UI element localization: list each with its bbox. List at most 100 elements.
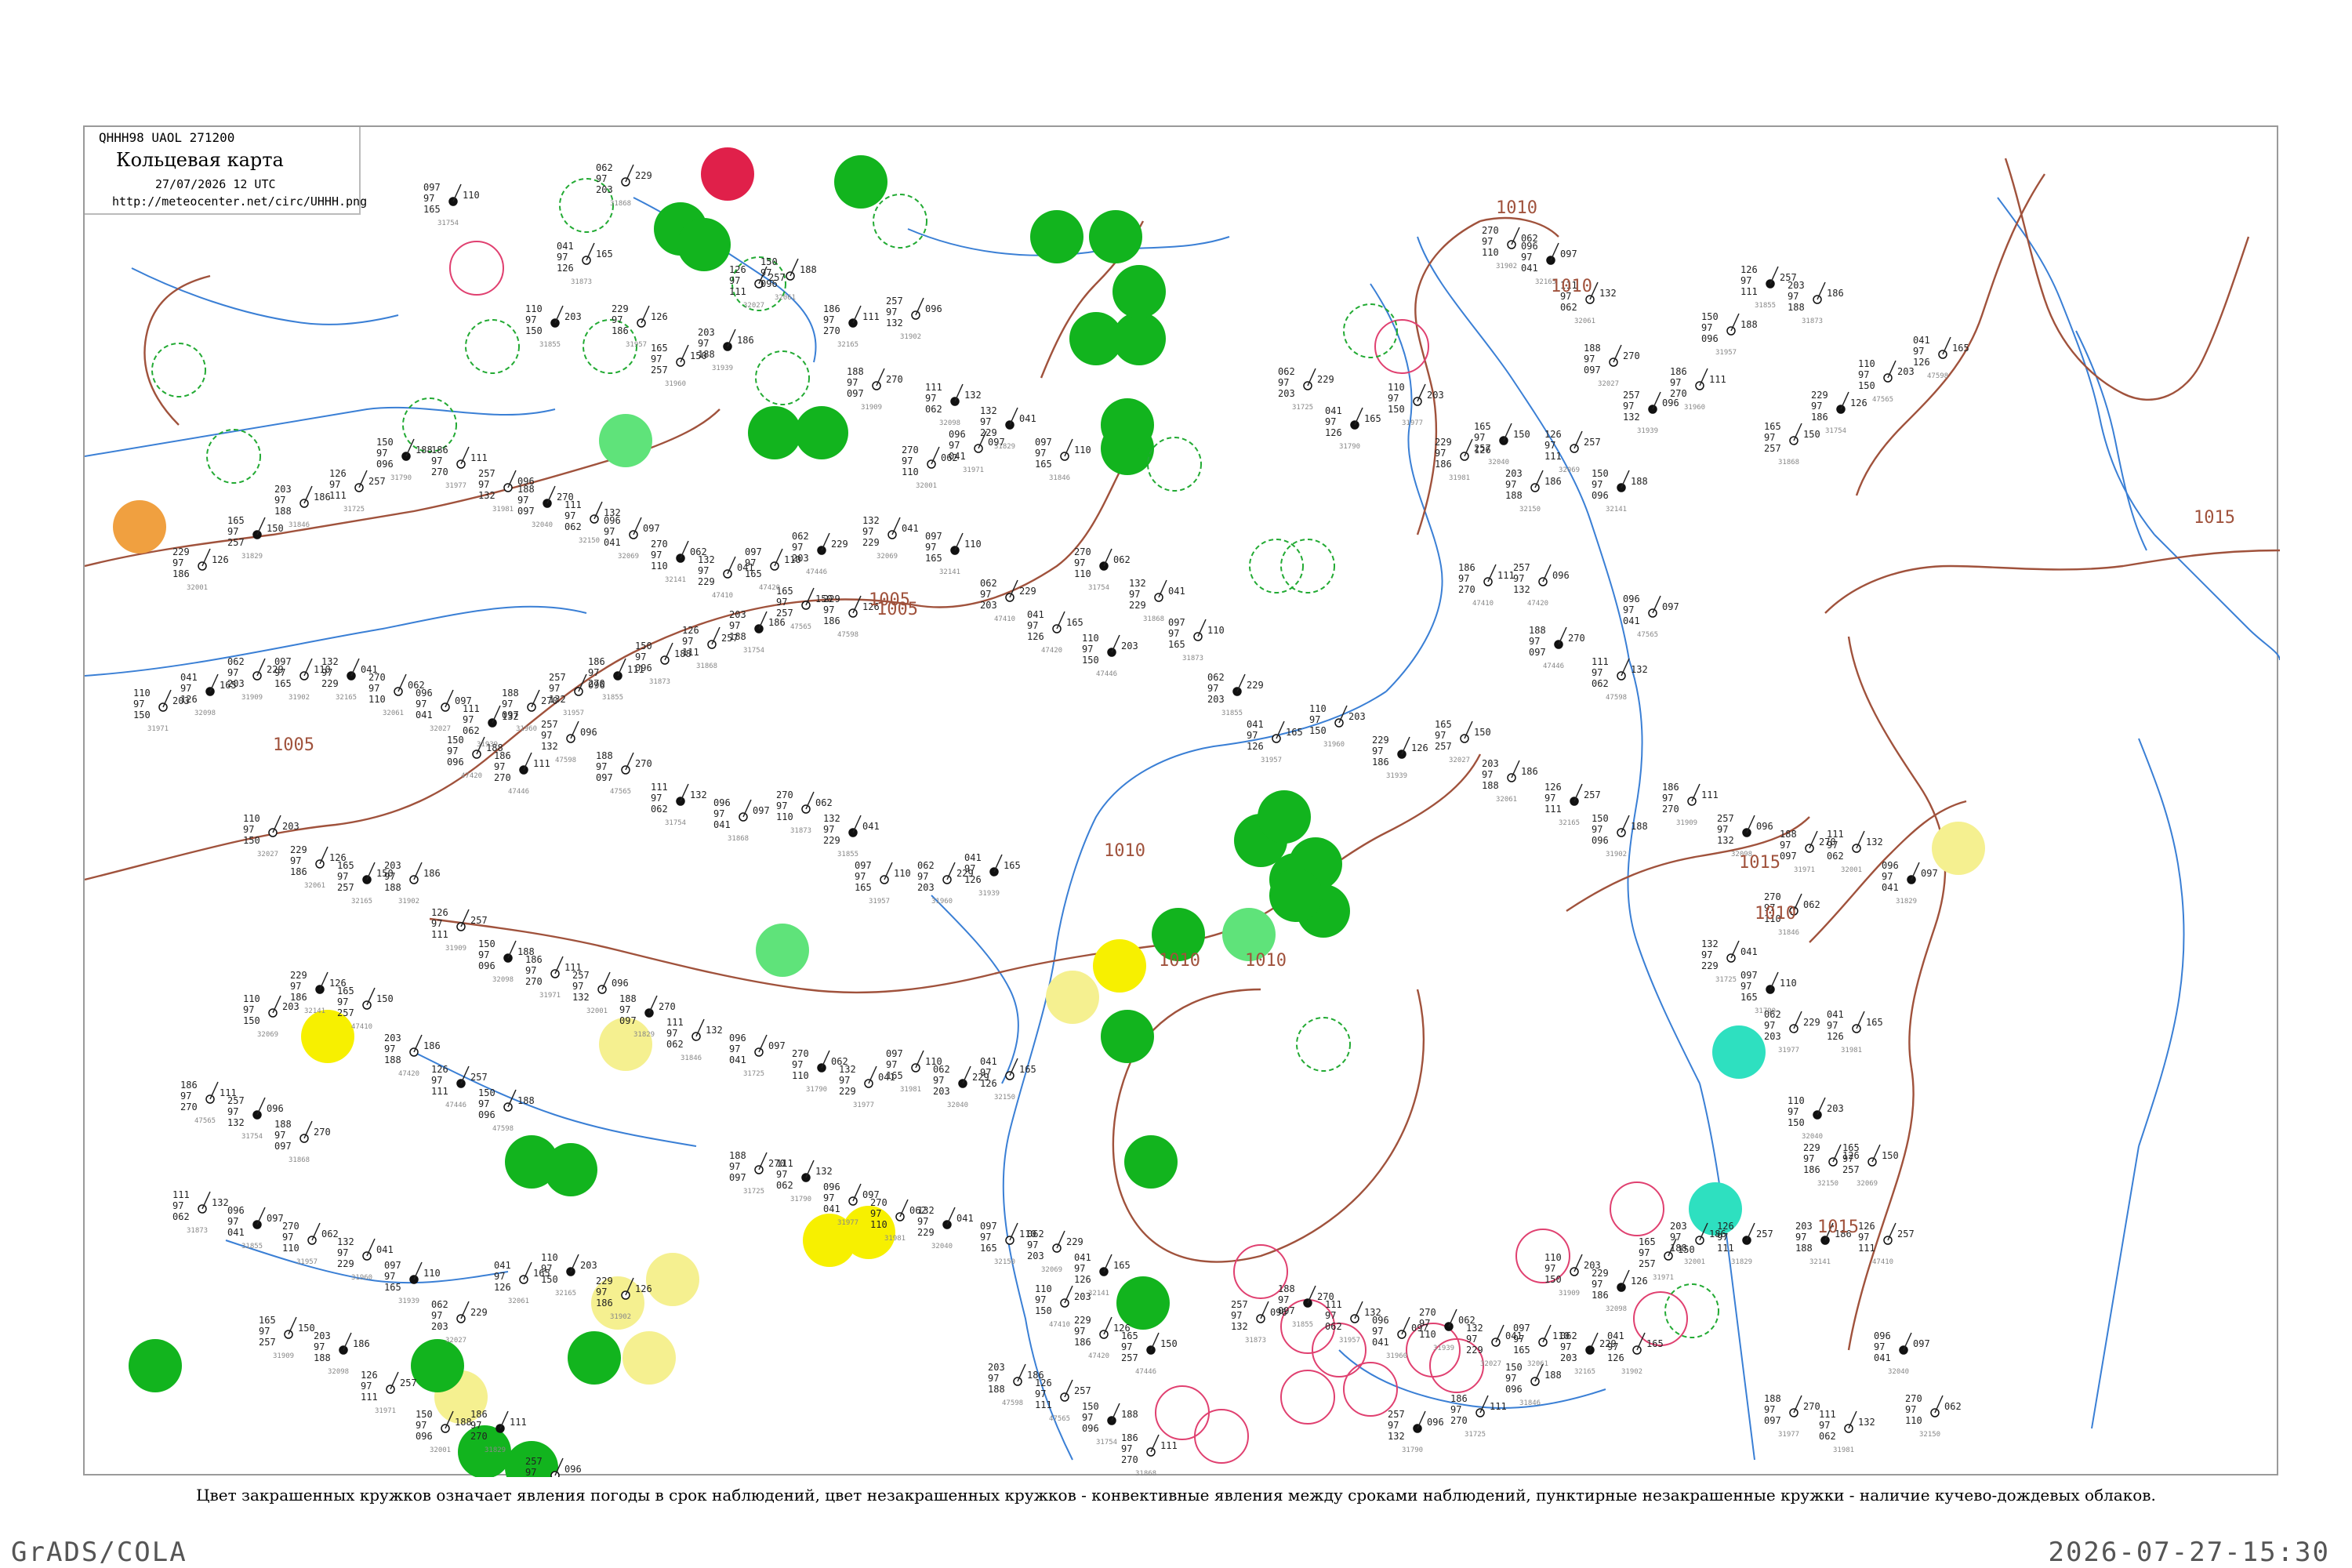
station-plot: 11097150 203 32040 [1788,1095,1844,1141]
station-index: 31971 [1653,1274,1674,1282]
station-value: 132 [980,405,997,416]
station-value: 188 [314,1352,331,1363]
wind-barb [499,1410,509,1429]
station-value: 188 [729,1150,746,1161]
station-value: 229 [1435,437,1452,448]
station-value: 165 [274,678,292,689]
station-plot: 15097096 188 31902 [1592,813,1648,858]
pressure-value: 203 [1121,641,1138,652]
station-value: 97 [478,1098,489,1109]
station-index: 31957 [869,898,890,906]
station-index: 47420 [1041,647,1062,655]
station-value: 186 [1592,1290,1609,1301]
station-value: 150 [1309,725,1327,736]
station-value: 186 [290,866,307,877]
station-plot: 18697270 111 47446 [494,750,550,796]
pressure-value: 165 [1646,1338,1664,1349]
station-plot: 11197062 132 31981 [1819,1409,1875,1454]
station-value: 97 [698,565,709,576]
wind-barb [1746,1222,1755,1241]
station-value: 041 [1827,1009,1844,1020]
station-value: 150 [243,1015,260,1026]
station-plot: 16597257 150 31829 [227,515,284,561]
station-value: 97 [588,667,599,678]
station-index: 32150 [994,1094,1015,1102]
wind-barb [343,1332,352,1351]
pressure-value: 257 [1074,1385,1091,1396]
pressure-value: 203 [1348,711,1366,722]
station-value: 97 [651,550,662,561]
station-value: 97 [1419,1318,1430,1329]
station-index: 32098 [1606,1305,1627,1313]
station-value: 111 [1858,1243,1875,1254]
station-index: 32061 [1496,796,1517,804]
station-value: 97 [1623,604,1634,615]
station-value: 110 [1035,1283,1052,1294]
station-value: 041 [227,1227,245,1238]
station-value: 97 [1521,252,1532,263]
weather-circle-ts-green [1116,1276,1170,1330]
station-value: 257 [1639,1258,1656,1269]
station-index: 32098 [492,976,514,984]
pressure-value: 041 [862,821,880,832]
wind-barb [1009,1222,1018,1241]
station-value: 229 [596,1276,613,1287]
station-index: 31846 [1778,929,1799,937]
pressure-value: 132 [815,1166,833,1177]
station-value: 097 [886,1048,903,1059]
station-value: 229 [290,970,307,981]
station-value: 110 [651,561,668,572]
wind-barb [1103,1254,1112,1272]
station-value: 165 [1740,992,1758,1003]
wind-barb [821,1050,830,1069]
pressure-value: 270 [1568,633,1585,644]
station-index: 47598 [1002,1399,1023,1407]
station-value: 97 [1231,1310,1242,1321]
pressure-value: 132 [212,1197,229,1208]
pressure-value: 062 [1113,554,1131,565]
pressure-value: 110 [1780,978,1797,989]
station-index: 32001 [430,1446,451,1454]
station-index: 31754 [665,819,686,827]
wind-barb [899,1199,909,1218]
station-value: 165 [1121,1330,1138,1341]
pressure-value: 126 [651,311,668,322]
station-value: 132 [839,1064,856,1075]
wind-barb [523,752,532,771]
station-value: 97 [423,193,434,204]
station-value: 097 [384,1260,401,1271]
station-value: 062 [431,1299,448,1310]
station-index: 32061 [383,710,404,717]
station-value: 126 [1607,1352,1624,1363]
station-value: 97 [1207,683,1218,694]
weather-circle-ts-green [677,218,731,271]
map-date: 27/07/2026 12 UTC [155,177,276,191]
station-value: 097 [1780,851,1797,862]
station-value: 062 [917,860,935,871]
pressure-value: 186 [1544,476,1562,487]
station-value: 97 [666,1028,677,1039]
station-value: 97 [274,1130,285,1141]
pressure-value: 097 [768,1040,786,1051]
station-value: 257 [1121,1352,1138,1363]
station-value: 97 [384,1044,395,1054]
station-value: 97 [1247,730,1258,741]
station-plot: 06297203 229 31855 [1207,672,1264,717]
station-value: 270 [870,1197,887,1208]
station-index: 47420 [759,584,780,592]
station-value: 270 [1419,1307,1436,1318]
pressure-value: 132 [1858,1417,1875,1428]
station-value: 97 [1670,1232,1681,1243]
weather-circle-red-heavy [701,147,754,201]
station-plot: 20397188 186 31902 [384,860,441,906]
station-value: 97 [1874,1341,1885,1352]
station-value: 270 [494,772,511,783]
wind-barb [256,658,266,677]
station-value: 110 [541,1252,558,1263]
station-value: 97 [635,652,646,662]
station-value: 096 [447,757,464,768]
pressure-value: 097 [1560,249,1577,260]
isobar-label: 1010 [1159,951,1200,971]
wind-barb [1401,1316,1410,1335]
pressure-value: 041 [902,523,919,534]
